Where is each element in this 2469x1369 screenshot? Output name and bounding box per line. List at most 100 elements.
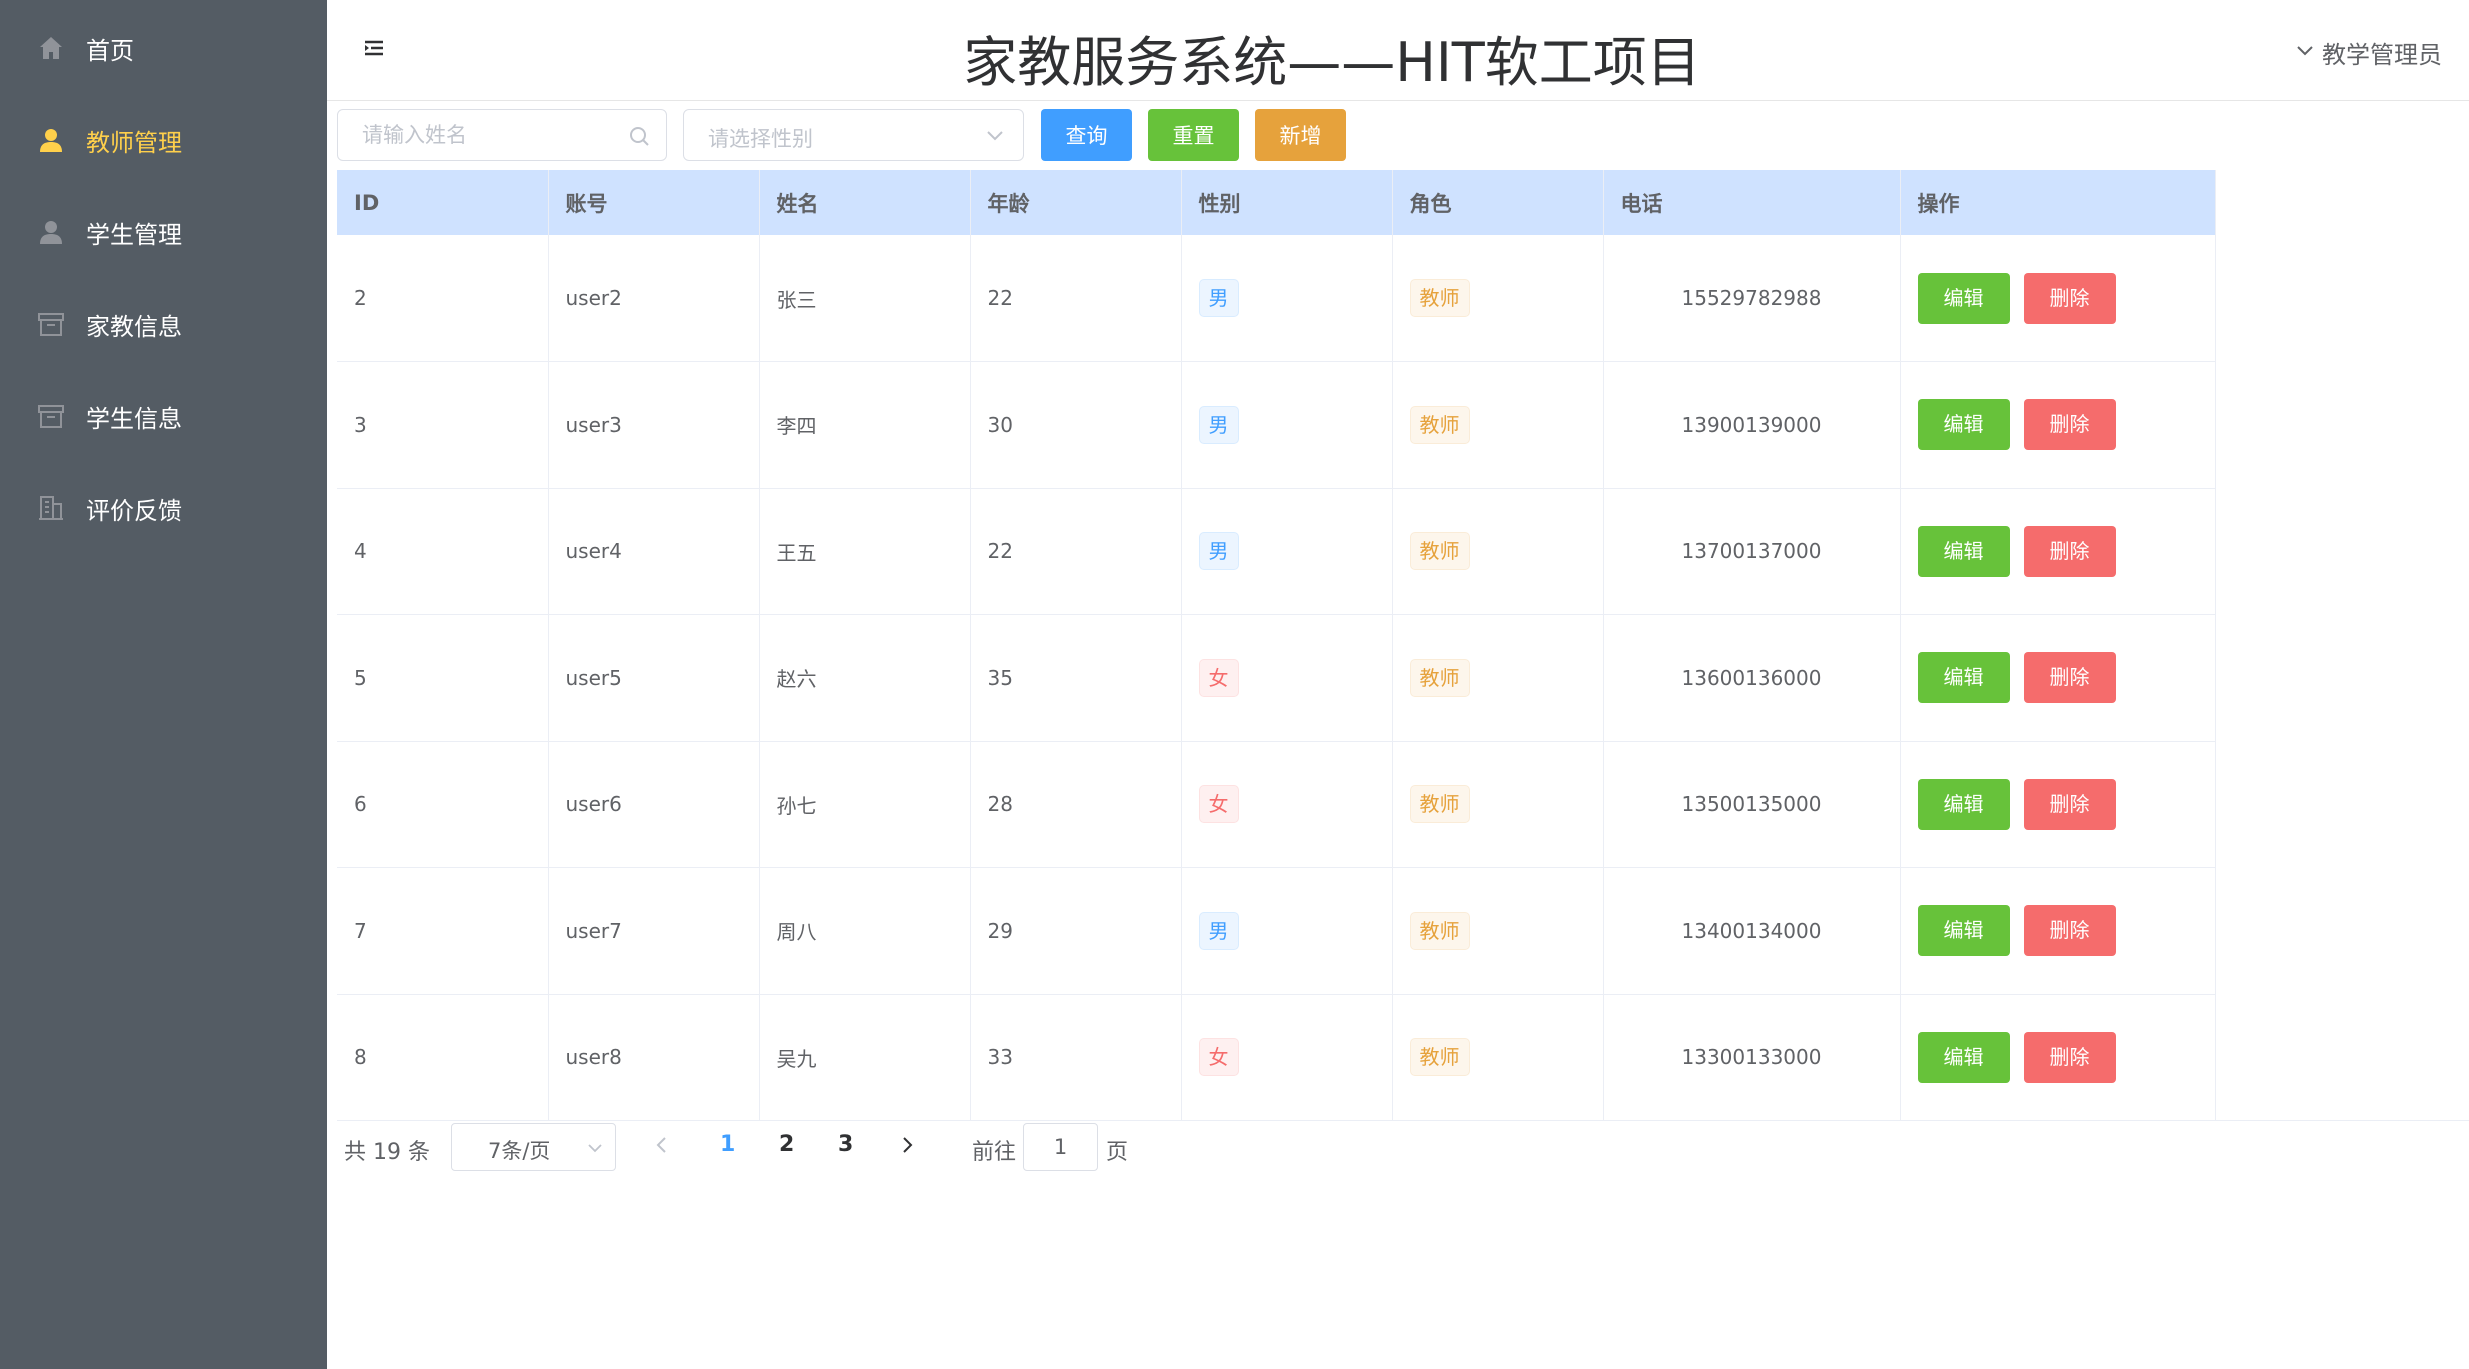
delete-button[interactable]: 删除 bbox=[2023, 1031, 2116, 1083]
cell-phone: 13700137000 bbox=[1603, 488, 1901, 615]
user-dropdown[interactable]: 教学管理员 bbox=[2296, 35, 2442, 70]
pagination-total: 共 19 条 bbox=[344, 1140, 430, 1165]
delete-button[interactable]: 删除 bbox=[2023, 652, 2116, 704]
chevron-down-icon bbox=[985, 127, 1005, 145]
column-header-phone[interactable]: 电话 bbox=[1603, 170, 1901, 235]
delete-button[interactable]: 删除 bbox=[2023, 905, 2116, 957]
delete-button[interactable]: 删除 bbox=[2023, 272, 2116, 324]
cell-role: 教师 bbox=[1392, 488, 1604, 615]
cell-account: user7 bbox=[548, 867, 760, 995]
column-header-actions[interactable]: 操作 bbox=[1900, 170, 2216, 235]
cell-age: 28 bbox=[970, 741, 1182, 868]
cell-role: 教师 bbox=[1392, 235, 1604, 362]
delete-button[interactable]: 删除 bbox=[2023, 778, 2116, 830]
cell-age: 22 bbox=[970, 488, 1182, 615]
page-number-1[interactable]: 1 bbox=[720, 1132, 735, 1157]
edit-button[interactable]: 编辑 bbox=[1917, 778, 2010, 830]
role-tag: 教师 bbox=[1409, 405, 1470, 444]
reset-button[interactable]: 重置 bbox=[1148, 109, 1239, 161]
user-name: 教学管理员 bbox=[2322, 41, 2442, 69]
column-header-gender[interactable]: 性别 bbox=[1181, 170, 1393, 235]
header: 家教服务系统——HIT软工项目 教学管理员 bbox=[327, 0, 2469, 101]
delete-button[interactable]: 删除 bbox=[2023, 399, 2116, 451]
cell-account: user4 bbox=[548, 488, 760, 615]
sidebar-item-student-info[interactable]: 学生信息 bbox=[0, 370, 327, 462]
cell-age: 33 bbox=[970, 994, 1182, 1121]
gender-select[interactable]: 请选择性别 bbox=[683, 109, 1024, 161]
table-row: 3 user3 李四 30 男教师 13900139000 编辑 删除 bbox=[337, 361, 2216, 489]
sidebar-item-label: 教师管理 bbox=[86, 128, 182, 157]
table-row: 4 user4 王五 22 男教师 13700137000 编辑 删除 bbox=[337, 488, 2216, 615]
home-icon bbox=[35, 32, 67, 64]
sidebar-item-label: 评价反馈 bbox=[86, 496, 182, 525]
cell-role: 教师 bbox=[1392, 614, 1604, 742]
sidebar-item-home[interactable]: 首页 bbox=[0, 2, 327, 94]
sidebar-item-tutoring-info[interactable]: 家教信息 bbox=[0, 278, 327, 370]
page-number-3[interactable]: 3 bbox=[838, 1132, 853, 1157]
edit-button[interactable]: 编辑 bbox=[1917, 525, 2010, 577]
add-button[interactable]: 新增 bbox=[1255, 109, 1346, 161]
column-header-age[interactable]: 年龄 bbox=[970, 170, 1182, 235]
role-tag: 教师 bbox=[1409, 532, 1470, 571]
cell-gender: 男 bbox=[1181, 867, 1393, 995]
cell-actions: 编辑 删除 bbox=[1900, 235, 2216, 362]
cell-account: user8 bbox=[548, 994, 760, 1121]
cell-role: 教师 bbox=[1392, 741, 1604, 868]
cell-actions: 编辑 删除 bbox=[1900, 488, 2216, 615]
cell-id: 6 bbox=[337, 741, 549, 868]
column-header-account[interactable]: 账号 bbox=[548, 170, 760, 235]
sidebar-item-student-management[interactable]: 学生管理 bbox=[0, 186, 327, 278]
cell-name: 李四 bbox=[759, 361, 971, 489]
query-button[interactable]: 查询 bbox=[1041, 109, 1132, 161]
role-tag: 教师 bbox=[1409, 911, 1470, 950]
delete-button[interactable]: 删除 bbox=[2023, 525, 2116, 577]
cell-id: 7 bbox=[337, 867, 549, 995]
edit-button[interactable]: 编辑 bbox=[1917, 399, 2010, 451]
sidebar-item-label: 学生管理 bbox=[86, 220, 182, 249]
edit-button[interactable]: 编辑 bbox=[1917, 652, 2010, 704]
cell-phone: 13500135000 bbox=[1603, 741, 1901, 868]
goto-suffix: 页 bbox=[1106, 1140, 1129, 1165]
prev-page-icon[interactable] bbox=[654, 1134, 670, 1160]
next-page-icon[interactable] bbox=[899, 1134, 915, 1160]
sidebar: 首页 教师管理 学生管理 家教信息 学生信息 评价反馈 bbox=[0, 0, 327, 1369]
name-search-field[interactable] bbox=[337, 109, 667, 161]
edit-button[interactable]: 编辑 bbox=[1917, 905, 2010, 957]
name-search-input[interactable] bbox=[338, 110, 618, 160]
cell-id: 8 bbox=[337, 994, 549, 1121]
table-body: 2 user2 张三 22 男教师 15529782988 编辑 删除 3 user3 李四 30 男教… bbox=[337, 235, 2216, 1121]
chevron-down-icon bbox=[2296, 43, 2314, 62]
building-icon bbox=[35, 492, 67, 524]
goto-page-input[interactable] bbox=[1023, 1123, 1098, 1171]
cell-actions: 编辑 删除 bbox=[1900, 867, 2216, 995]
cell-account: user3 bbox=[548, 361, 760, 489]
edit-button[interactable]: 编辑 bbox=[1917, 272, 2010, 324]
role-tag: 教师 bbox=[1409, 279, 1470, 317]
cell-name: 王五 bbox=[759, 488, 971, 615]
cell-age: 30 bbox=[970, 361, 1182, 489]
cell-phone: 13600136000 bbox=[1603, 614, 1901, 742]
page-size-label: 7条/页 bbox=[488, 1139, 551, 1163]
table-row: 8 user8 吴九 33 女教师 13300133000 编辑 删除 bbox=[337, 994, 2216, 1121]
gender-tag: 女 bbox=[1198, 785, 1239, 824]
sidebar-item-label: 家教信息 bbox=[86, 312, 182, 341]
page-size-select[interactable]: 7条/页 bbox=[451, 1123, 616, 1171]
column-header-role[interactable]: 角色 bbox=[1392, 170, 1604, 235]
column-header-name[interactable]: 姓名 bbox=[759, 170, 971, 235]
gender-tag: 男 bbox=[1198, 911, 1239, 950]
page-number-2[interactable]: 2 bbox=[779, 1132, 794, 1157]
column-header-id[interactable]: ID bbox=[337, 170, 549, 235]
cell-gender: 女 bbox=[1181, 741, 1393, 868]
sidebar-item-label: 学生信息 bbox=[86, 404, 182, 433]
cell-id: 4 bbox=[337, 488, 549, 615]
cell-name: 赵六 bbox=[759, 614, 971, 742]
table-header-row: ID 账号 姓名 年龄 性别 角色 电话 操作 bbox=[337, 170, 2216, 235]
cell-name: 张三 bbox=[759, 235, 971, 362]
search-icon[interactable] bbox=[628, 125, 650, 147]
cell-gender: 女 bbox=[1181, 994, 1393, 1121]
role-tag: 教师 bbox=[1409, 785, 1470, 824]
sidebar-item-teacher-management[interactable]: 教师管理 bbox=[0, 94, 327, 186]
edit-button[interactable]: 编辑 bbox=[1917, 1031, 2010, 1083]
sidebar-item-feedback[interactable]: 评价反馈 bbox=[0, 462, 327, 554]
cell-age: 29 bbox=[970, 867, 1182, 995]
